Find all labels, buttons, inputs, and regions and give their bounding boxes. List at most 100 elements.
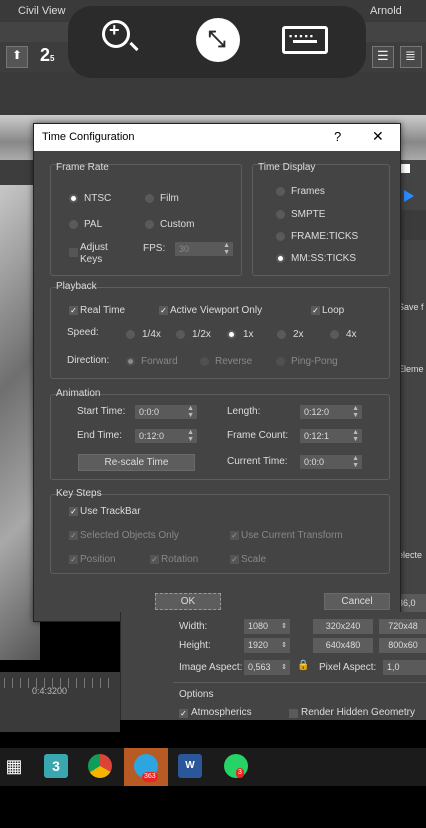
snap-toggle-button[interactable]: 25 (40, 45, 54, 66)
hidden-geometry-checkbox[interactable] (289, 709, 298, 718)
help-button[interactable]: ? (334, 129, 341, 144)
speed-4x-label: 4x (346, 329, 357, 340)
speed-2x-label: 2x (293, 329, 304, 340)
film-radio[interactable] (145, 194, 154, 203)
smpte-radio[interactable] (276, 210, 285, 219)
ping-pong-radio[interactable] (276, 357, 285, 366)
frame-count-label: Frame Count: (227, 430, 289, 441)
render-setup-panel: Width: 1080 ⇕ 320x240 720x48 Height: 1920… (120, 612, 426, 720)
pal-radio[interactable] (69, 220, 78, 229)
frame-count-spinner[interactable]: 0:12:1 ▲ ▼ (300, 429, 362, 443)
calculator-icon[interactable]: ▦ (2, 754, 26, 778)
adjust-keys-checkbox[interactable] (69, 248, 78, 257)
smpte-label: SMPTE (291, 209, 326, 220)
taskbar: ▦ 3 363 W 3 (0, 748, 426, 786)
custom-radio[interactable] (145, 220, 154, 229)
preset-320-button[interactable]: 320x240 (313, 619, 373, 634)
position-label: Position (80, 554, 116, 565)
timeline-tick (4, 678, 5, 688)
position-checkbox[interactable]: ✓ (69, 555, 78, 564)
preset-720-button[interactable]: 720x48 (379, 619, 426, 634)
forward-label: Forward (141, 356, 178, 367)
atmospherics-checkbox[interactable]: ✓ (179, 709, 188, 718)
preset-800-button[interactable]: 800x60 (379, 638, 426, 653)
ntsc-radio[interactable] (69, 194, 78, 203)
select-object-button[interactable]: ⬆ (6, 46, 28, 68)
speed-2x-radio[interactable] (277, 330, 286, 339)
speed-label: Speed: (67, 327, 99, 338)
selected-label: electe (398, 546, 426, 564)
menu-arnold[interactable]: Arnold (370, 5, 402, 17)
scale-checkbox[interactable]: ✓ (230, 555, 239, 564)
whatsapp-icon[interactable]: 3 (224, 754, 248, 778)
dialog-titlebar[interactable]: Time Configuration ? ✕ (34, 124, 400, 151)
rotation-checkbox[interactable]: ✓ (150, 555, 159, 564)
cancel-button[interactable]: Cancel (324, 593, 390, 610)
selected-objects-checkbox[interactable]: ✓ (69, 531, 78, 540)
height-spinner[interactable]: 1920 ⇕ (244, 638, 290, 653)
start-time-spinner[interactable]: 0:0:0 ▲ ▼ (135, 405, 197, 419)
keyboard-icon[interactable]: ▪▪▪▪▪ (282, 26, 328, 54)
speed-4x-radio[interactable] (330, 330, 339, 339)
play-icon[interactable] (404, 190, 414, 202)
speed-quarter-radio[interactable] (126, 330, 135, 339)
chrome-icon[interactable] (88, 754, 112, 778)
panel-checkbox[interactable] (401, 164, 410, 173)
menu-civil-view[interactable]: Civil View (18, 5, 65, 17)
zoom-in-icon[interactable]: + (102, 20, 139, 52)
current-time-label: Current Time: (227, 456, 288, 467)
time-slider[interactable]: 0:4:3200 (0, 672, 120, 732)
mmss-ticks-radio[interactable] (276, 254, 285, 263)
frames-radio[interactable] (276, 187, 285, 196)
use-current-transform-checkbox[interactable]: ✓ (230, 531, 239, 540)
close-button[interactable]: ✕ (372, 128, 384, 145)
frames-label: Frames (291, 186, 325, 197)
fps-spinner[interactable]: 30 ▲ ▼ (175, 242, 233, 256)
whatsapp-badge: 3 (236, 768, 244, 778)
fps-value: 30 (179, 244, 190, 254)
speed-1x-radio[interactable] (227, 330, 236, 339)
scene-explorer-button[interactable]: ≣ (400, 46, 422, 68)
word-icon[interactable]: W (178, 754, 202, 778)
frame-ticks-radio[interactable] (276, 232, 285, 241)
real-time-label: Real Time (80, 305, 126, 316)
height-value: 1920 (248, 640, 269, 650)
spinner-arrows-icon: ▲ ▼ (352, 429, 359, 443)
animation-title: Animation (56, 388, 101, 399)
height-label: Height: (179, 640, 211, 651)
stack-icon: ≣ (405, 48, 416, 63)
lock-icon[interactable]: 🔒 (297, 660, 309, 671)
current-time-spinner[interactable]: 0:0:0 ▲ ▼ (300, 455, 362, 469)
reverse-radio[interactable] (200, 357, 209, 366)
pixel-aspect-value: 1,0 (387, 662, 400, 672)
timeline-tick (20, 678, 21, 688)
frame-ticks-label: FRAME:TICKS (291, 231, 359, 242)
pixel-aspect-spinner[interactable]: 1,0 (383, 660, 426, 675)
remote-toolbar: + ⤡ ▪▪▪▪▪ (68, 6, 366, 78)
use-trackbar-checkbox[interactable]: ✓ (69, 507, 78, 516)
options-label: Options (179, 689, 214, 700)
frame-count-value: 0:12:1 (304, 431, 330, 441)
rotation-label: Rotation (161, 554, 199, 565)
forward-radio[interactable] (126, 357, 135, 366)
length-spinner[interactable]: 0:12:0 ▲ ▼ (300, 405, 362, 419)
timeline-time-label: 0:4:3200 (32, 686, 68, 696)
layer-explorer-button[interactable]: ☰ (372, 46, 394, 68)
spinner-arrows-icon: ▲ ▼ (187, 405, 194, 419)
value-field[interactable]: 36,0 (398, 594, 426, 612)
3dsmax-icon[interactable]: 3 (44, 754, 68, 778)
end-time-spinner[interactable]: 0:12:0 ▲ ▼ (135, 429, 197, 443)
image-aspect-spinner[interactable]: 0,563 ⇕ (244, 660, 290, 675)
rescale-time-button[interactable]: Re-scale Time (78, 454, 195, 471)
loop-checkbox[interactable]: ✓ (311, 306, 320, 315)
remote-connect-icon[interactable]: ⤡ (196, 18, 240, 62)
speed-half-radio[interactable] (176, 330, 185, 339)
ok-button[interactable]: OK (155, 593, 221, 610)
width-spinner[interactable]: 1080 ⇕ (244, 619, 290, 634)
preset-640-button[interactable]: 640x480 (313, 638, 373, 653)
frame-rate-title: Frame Rate (56, 162, 109, 173)
active-viewport-checkbox[interactable]: ✓ (159, 306, 168, 315)
real-time-checkbox[interactable]: ✓ (69, 306, 78, 315)
active-viewport-label: Active Viewport Only (170, 305, 263, 316)
telegram-taskbar-item[interactable]: 363 (124, 748, 168, 786)
